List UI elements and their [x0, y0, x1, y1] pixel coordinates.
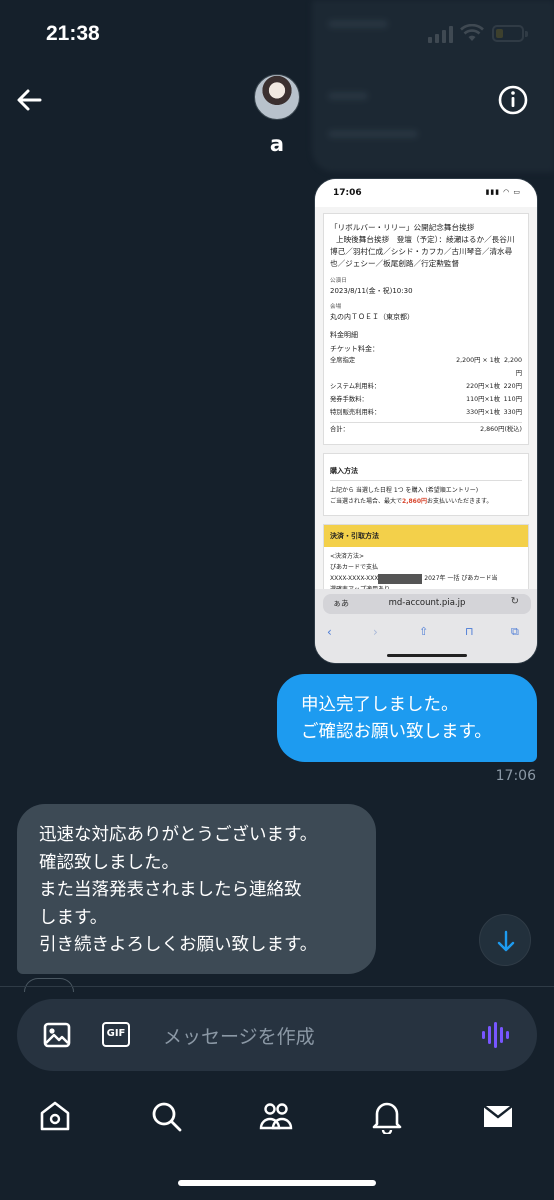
message-line: します。: [39, 907, 108, 928]
contact-name[interactable]: a: [0, 132, 554, 156]
arrow-down-icon: [497, 930, 515, 952]
screenshot-toolbar: ‹ › ⇧ ⊓ ⧉: [315, 619, 537, 663]
message-line: 確認致しました。: [39, 852, 179, 873]
fee-row: 発券手数料： 110円×1枚 110円: [330, 396, 522, 403]
message-line: 迅速な対応ありがとうございます。: [39, 825, 318, 845]
divider: [0, 986, 554, 987]
event-title-line: 上映後舞台挨拶 登壇（予定）：綾瀬はるか／長谷川: [336, 235, 515, 244]
arrow-left-icon[interactable]: [14, 84, 46, 116]
date-label: 公演日: [330, 278, 347, 284]
bookmarks-icon: ⊓: [465, 625, 474, 638]
outgoing-message-bubble[interactable]: 申込完了しました。 ご確認お願い致します。: [277, 674, 537, 762]
scroll-to-bottom-button[interactable]: [479, 914, 531, 966]
event-title-line: 「リボルバー・リリー」公開記念舞台挨拶: [330, 223, 475, 232]
image-icon[interactable]: [43, 1022, 71, 1048]
message-line: 引き続きよろしくお願い致します。: [39, 935, 318, 955]
purchase-line: 上記から 当選した日程 1つ を購入 (希望順エントリー): [330, 487, 479, 494]
payment-card-number: XXXX-XXXX-XXX 2027年 一括 ぴあカード当: [330, 573, 498, 584]
tabs-icon: ⧉: [511, 625, 519, 638]
avatar[interactable]: [254, 74, 300, 120]
payment-line: ぴあカードで支払: [330, 564, 379, 571]
screenshot-time: 17:06: [333, 188, 362, 198]
message-composer[interactable]: GIF メッセージを作成: [17, 999, 537, 1071]
date-value: 2023/8/11(金・祝)10:30: [330, 287, 413, 295]
conversation-header: a: [0, 70, 554, 160]
search-icon[interactable]: [148, 1098, 184, 1134]
fee-row: 特別販売利用料： 330円×1枚 330円: [330, 409, 522, 416]
info-icon[interactable]: [497, 84, 529, 116]
message-line: ご確認お願い致します。: [301, 722, 492, 742]
back-icon: ‹: [327, 625, 332, 639]
payment-label: <決済方法>: [330, 553, 365, 560]
messages-icon[interactable]: [480, 1098, 516, 1134]
fee-row: システム利用料： 220円×1枚 220円: [330, 383, 522, 390]
message-line: 申込完了しました。: [301, 695, 459, 715]
communities-icon[interactable]: [258, 1098, 294, 1134]
event-title-line: 也／ジェシー／板尾創路／行定勲監督: [330, 259, 460, 268]
venue-label: 会場: [330, 304, 342, 310]
notifications-icon[interactable]: [369, 1098, 405, 1134]
reaction-button[interactable]: [24, 978, 74, 992]
fee-total-row: 合計： 2,860円(税込): [330, 422, 522, 436]
redacted-block: [378, 573, 423, 584]
purchase-heading: 購入方法: [330, 462, 522, 481]
event-details-card: 「リボルバー・リリー」公開記念舞台挨拶 上映後舞台挨拶 登壇（予定）：綾瀬はるか…: [323, 213, 529, 445]
voice-message-icon[interactable]: [481, 1021, 511, 1049]
gif-button[interactable]: GIF: [102, 1022, 130, 1047]
venue-value: 丸の内ＴＯＥＩ（東京都）: [330, 313, 414, 321]
message-timestamp: 17:06: [495, 768, 536, 784]
message-line: また当落発表されましたら連絡致: [39, 880, 302, 900]
status-time: 21:38: [46, 22, 100, 45]
payment-heading: 決済・引取方法: [324, 525, 528, 547]
screenshot-url-bar: ぁあ md-account.pia.jp ↻: [315, 589, 537, 619]
home-icon[interactable]: [37, 1098, 73, 1134]
reload-icon: ↻: [510, 596, 519, 607]
forward-icon: ›: [373, 625, 378, 639]
shared-screenshot-image[interactable]: 17:06 ▮▮▮ ◠ ▭ 「リボルバー・リリー」公開記念舞台挨拶 上映後舞台挨…: [314, 178, 538, 664]
screenshot-url: md-account.pia.jp: [388, 598, 466, 608]
home-indicator: [178, 1180, 376, 1186]
fee-row: 全席指定 2,200円 × 1枚 2,200円: [330, 357, 522, 377]
event-title-line: 博己／羽村仁成／シシド・カフカ／古川琴音／清水尋: [330, 247, 513, 256]
screenshot-status-icons: ▮▮▮ ◠ ▭: [485, 188, 521, 196]
screenshot-status-bar: 17:06 ▮▮▮ ◠ ▭: [315, 179, 537, 207]
ticket-label: チケット料金：: [330, 345, 379, 353]
message-input[interactable]: メッセージを作成: [163, 1022, 315, 1049]
share-icon: ⇧: [419, 625, 429, 638]
purchase-line: ご当選された場合、最大で2,860円お支払いいただきます。: [330, 498, 493, 505]
fee-heading: 料金明細: [330, 331, 358, 339]
incoming-message-bubble[interactable]: 迅速な対応ありがとうございます。 確認致しました。 また当落発表されましたら連絡…: [17, 804, 376, 974]
purchase-method-card: 購入方法 上記から 当選した日程 1つ を購入 (希望順エントリー) ご当選され…: [323, 453, 529, 516]
